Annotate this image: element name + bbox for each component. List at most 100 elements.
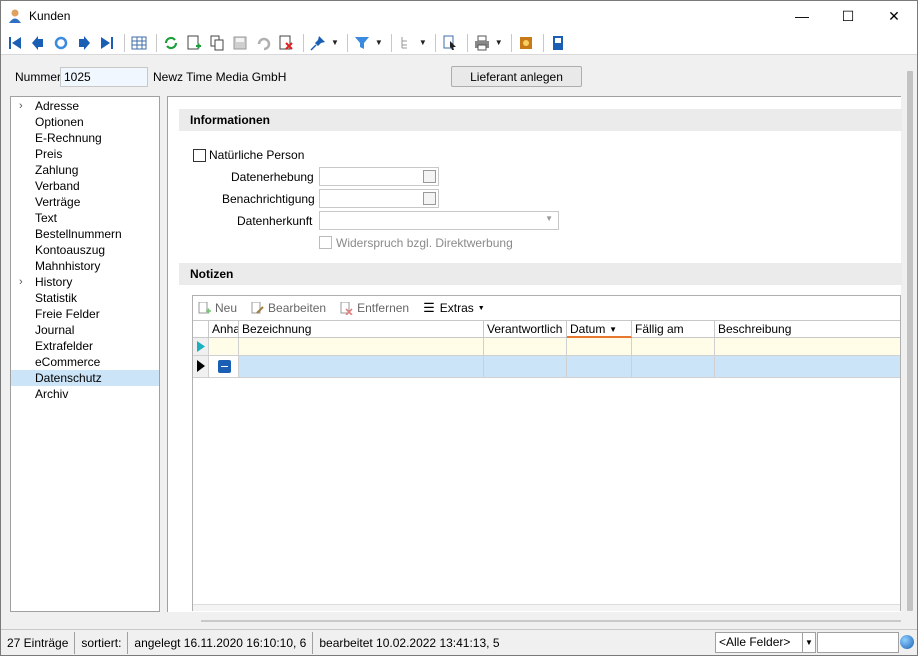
table-cell[interactable] — [239, 356, 484, 377]
scrollbar-thumb[interactable] — [907, 71, 913, 611]
table-cell[interactable] — [484, 338, 567, 355]
toolbar-separator — [346, 33, 348, 52]
data-collection-date-field[interactable] — [319, 167, 439, 186]
sidebar-item-journal[interactable]: Journal — [11, 322, 159, 338]
sidebar-item-extrafelder[interactable]: Extrafelder — [11, 338, 159, 354]
extras-menu-button[interactable]: ☰ Extras ▼ — [423, 300, 485, 316]
vertical-scrollbar[interactable] — [905, 71, 915, 611]
sidebar-item-mahnhistory[interactable]: Mahnhistory — [11, 258, 159, 274]
calendar-icon[interactable] — [423, 170, 436, 183]
pin-icon[interactable] — [308, 33, 328, 53]
select-record-icon[interactable] — [440, 33, 460, 53]
column-header-beschreibung[interactable]: Beschreibung — [715, 321, 900, 338]
sidebar-item-optionen[interactable]: Optionen — [11, 114, 159, 130]
column-header-anhang[interactable]: Anha — [209, 321, 239, 338]
toolbar-separator — [510, 33, 512, 52]
print-icon[interactable] — [472, 33, 492, 53]
sidebar-item-label: Adresse — [35, 99, 80, 113]
main-toolbar: ▼ ▼ ▼ ▼ — [1, 31, 917, 55]
undo-icon[interactable] — [253, 33, 273, 53]
delete-record-icon[interactable] — [276, 33, 296, 53]
sidebar-item-archiv[interactable]: Archiv — [11, 386, 159, 402]
tree-view-icon[interactable] — [396, 33, 416, 53]
chevron-down-icon[interactable]: ▼ — [802, 632, 816, 653]
filter-icon[interactable] — [352, 33, 372, 53]
new-note-icon — [198, 301, 211, 313]
maximize-button[interactable]: ☐ — [825, 1, 871, 31]
table-row[interactable] — [193, 356, 900, 378]
data-origin-select[interactable]: ▼ — [319, 211, 559, 230]
table-cell[interactable] — [715, 338, 900, 355]
sidebar-item-label: Verträge — [35, 195, 81, 209]
copy-record-icon[interactable] — [207, 33, 227, 53]
sidebar-item-statistik[interactable]: Statistik — [11, 290, 159, 306]
reload-record-icon[interactable] — [51, 33, 71, 53]
table-cell[interactable] — [239, 338, 484, 355]
sidebar-item-zahlung[interactable]: Zahlung — [11, 162, 159, 178]
column-header-verantwortlich[interactable]: Verantwortlich — [484, 321, 567, 338]
previous-record-icon[interactable] — [28, 33, 48, 53]
next-record-icon[interactable] — [74, 33, 94, 53]
calendar-icon[interactable] — [423, 192, 436, 205]
sidebar-item-kontoauszug[interactable]: Kontoauszug — [11, 242, 159, 258]
column-header-faellig-am[interactable]: Fällig am — [632, 321, 715, 338]
globe-search-icon[interactable] — [900, 635, 914, 649]
chevron-down-icon[interactable]: ▼ — [545, 214, 553, 223]
chevron-right-icon[interactable]: › — [19, 98, 23, 114]
column-header-datum[interactable]: Datum ▼ — [567, 321, 632, 338]
fields-filter-select[interactable]: <Alle Felder> — [715, 632, 803, 653]
sidebar-item-verband[interactable]: Verband — [11, 178, 159, 194]
first-record-icon[interactable] — [5, 33, 25, 53]
table-cell[interactable] — [632, 338, 715, 355]
table-cell[interactable] — [209, 338, 239, 355]
document-icon[interactable] — [548, 33, 568, 53]
collapse-icon[interactable] — [218, 360, 231, 373]
chevron-down-icon[interactable]: ▼ — [375, 38, 383, 47]
table-view-icon[interactable] — [129, 33, 149, 53]
minimize-button[interactable]: — — [779, 1, 825, 31]
chevron-down-icon[interactable]: ▼ — [331, 38, 339, 47]
sidebar-item-ecommerce[interactable]: eCommerce — [11, 354, 159, 370]
sidebar-item-datenschutz[interactable]: Datenschutz — [11, 370, 159, 386]
sidebar-item-freie-felder[interactable]: Freie Felder — [11, 306, 159, 322]
sidebar-item-verträge[interactable]: Verträge — [11, 194, 159, 210]
splitter[interactable] — [201, 620, 901, 622]
sidebar-item-bestellnummern[interactable]: Bestellnummern — [11, 226, 159, 242]
create-supplier-button[interactable]: Lieferant anlegen — [451, 66, 582, 87]
column-header-bezeichnung[interactable]: Bezeichnung — [239, 321, 484, 338]
chevron-right-icon[interactable]: › — [19, 274, 23, 290]
bug-report-icon[interactable] — [516, 33, 536, 53]
save-icon[interactable] — [230, 33, 250, 53]
new-note-button[interactable]: Neu — [198, 301, 237, 315]
sidebar-item-adresse[interactable]: › Adresse — [11, 98, 159, 114]
table-cell[interactable] — [484, 356, 567, 377]
new-record-icon[interactable] — [184, 33, 204, 53]
remove-note-icon — [340, 301, 353, 315]
table-cell[interactable] — [715, 356, 900, 377]
close-button[interactable]: ✕ — [871, 1, 917, 31]
table-cell[interactable] — [632, 356, 715, 377]
number-input[interactable]: 1025 — [60, 67, 148, 87]
column-header-datum-label: Datum — [570, 322, 606, 336]
sidebar-item-text[interactable]: Text — [11, 210, 159, 226]
last-record-icon[interactable] — [97, 33, 117, 53]
hamburger-icon: ☰ — [423, 300, 435, 315]
sidebar-item-history[interactable]: › History — [11, 274, 159, 290]
objection-checkbox[interactable] — [319, 236, 332, 249]
refresh-icon[interactable] — [161, 33, 181, 53]
sidebar-item-e-rechnung[interactable]: E-Rechnung — [11, 130, 159, 146]
extras-label: Extras — [439, 301, 474, 315]
notification-date-field[interactable] — [319, 189, 439, 208]
edit-note-button[interactable]: Bearbeiten — [251, 301, 326, 315]
table-cell[interactable] — [567, 338, 632, 355]
chevron-down-icon[interactable]: ▼ — [495, 38, 503, 47]
new-item-row[interactable] — [193, 338, 900, 356]
chevron-down-icon[interactable]: ▼ — [419, 38, 427, 47]
natural-person-checkbox[interactable] — [193, 149, 206, 162]
search-input[interactable] — [817, 632, 899, 653]
table-cell[interactable] — [209, 356, 239, 377]
sidebar-item-label: E-Rechnung — [35, 131, 102, 145]
sidebar-item-preis[interactable]: Preis — [11, 146, 159, 162]
remove-note-button[interactable]: Entfernen — [340, 301, 409, 315]
table-cell[interactable] — [567, 356, 632, 377]
